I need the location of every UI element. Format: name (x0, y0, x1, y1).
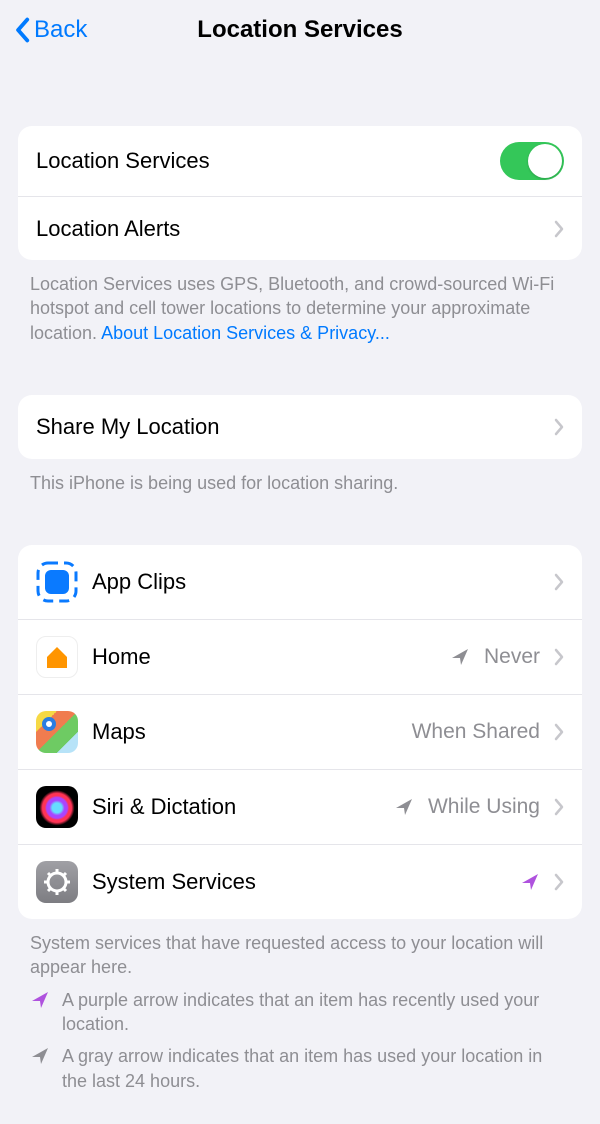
link-about-privacy[interactable]: About Location Services & Privacy... (101, 323, 390, 343)
chevron-left-icon (14, 17, 30, 43)
group-share: Share My Location (18, 395, 582, 459)
value-maps: When Shared (412, 720, 540, 744)
row-maps[interactable]: Maps When Shared (18, 694, 582, 769)
chevron-right-icon (554, 873, 564, 891)
row-home[interactable]: Home Never (18, 619, 582, 694)
location-arrow-icon (450, 647, 470, 667)
value-siri: While Using (428, 795, 540, 819)
legend-gray-text: A gray arrow indicates that an item has … (62, 1044, 570, 1093)
label-location-alerts: Location Alerts (36, 216, 540, 242)
page-title: Location Services (0, 16, 600, 44)
location-arrow-icon (30, 1044, 50, 1093)
label-home: Home (92, 644, 436, 670)
row-location-services[interactable]: Location Services (18, 126, 582, 196)
siri-icon (36, 786, 78, 828)
nav-bar: Back Location Services (0, 0, 600, 60)
chevron-right-icon (554, 220, 564, 238)
location-arrow-icon (30, 988, 50, 1037)
label-maps: Maps (92, 719, 398, 745)
label-location-services: Location Services (36, 148, 486, 174)
chevron-right-icon (554, 723, 564, 741)
row-location-alerts[interactable]: Location Alerts (18, 196, 582, 260)
app-clips-icon (36, 561, 78, 603)
row-system-services[interactable]: System Services (18, 844, 582, 919)
row-share-location[interactable]: Share My Location (18, 395, 582, 459)
location-arrow-icon (520, 872, 540, 892)
footer-apps: System services that have requested acce… (0, 919, 600, 980)
legend-purple: A purple arrow indicates that an item ha… (0, 980, 600, 1037)
label-share-location: Share My Location (36, 414, 540, 440)
chevron-right-icon (554, 798, 564, 816)
value-home: Never (484, 645, 540, 669)
location-arrow-icon (394, 797, 414, 817)
label-siri: Siri & Dictation (92, 794, 380, 820)
chevron-right-icon (554, 573, 564, 591)
chevron-right-icon (554, 418, 564, 436)
maps-icon (36, 711, 78, 753)
label-app-clips: App Clips (92, 569, 540, 595)
chevron-right-icon (554, 648, 564, 666)
footer-share: This iPhone is being used for location s… (0, 459, 600, 495)
row-app-clips[interactable]: App Clips (18, 545, 582, 619)
home-icon (36, 636, 78, 678)
footer-location: Location Services uses GPS, Bluetooth, a… (0, 260, 600, 345)
group-apps: App Clips Home Never Maps When Shared Si… (18, 545, 582, 919)
back-label: Back (34, 16, 87, 44)
group-location: Location Services Location Alerts (18, 126, 582, 260)
toggle-location-services[interactable] (500, 142, 564, 180)
gear-icon (36, 861, 78, 903)
label-system-services: System Services (92, 869, 506, 895)
back-button[interactable]: Back (14, 16, 87, 44)
row-siri[interactable]: Siri & Dictation While Using (18, 769, 582, 844)
legend-purple-text: A purple arrow indicates that an item ha… (62, 988, 570, 1037)
legend-gray: A gray arrow indicates that an item has … (0, 1036, 600, 1093)
